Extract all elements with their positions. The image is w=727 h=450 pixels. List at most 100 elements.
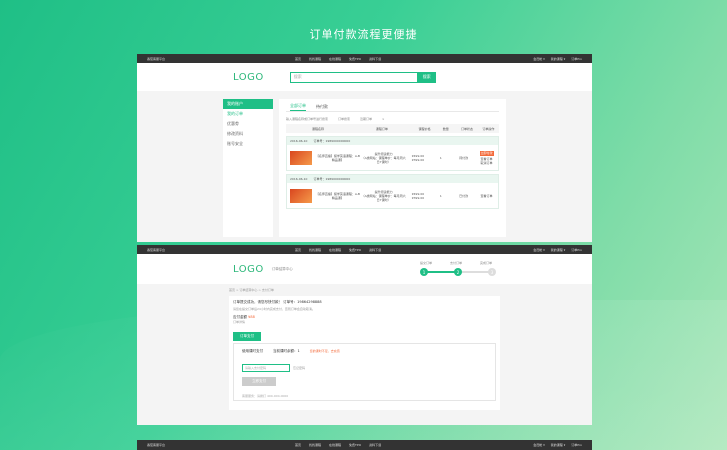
order-list-screen: 番茄客服平台 首页 找找课程 在线课程 免费TPO 资料下载 会员帐 ▾ 我的课…: [137, 54, 592, 242]
course-price: ¥499.00 ¥399.00: [407, 192, 430, 200]
order-number: 订单号：1989000000000: [313, 177, 351, 181]
course-qty: 1: [439, 193, 442, 198]
top-right-links: 会员帐 ▾ 我的课程 ▾ 订单Pro: [533, 57, 582, 61]
order-row: 【名师直播】留学英语课程：A-B精品课】 提升阅读能力 （A类网站：课程单价：每…: [287, 145, 498, 170]
order-date: 2016-06-10: [290, 139, 308, 143]
nav-home[interactable]: 首页: [295, 248, 301, 252]
filter-search[interactable]: 订单搜索: [338, 117, 350, 121]
step-track-fill: [424, 271, 458, 273]
member-menu[interactable]: 会员帐 ▾: [533, 248, 544, 252]
top-bar: 番茄客服平台 首页 找找课程 在线课程 免费TPO 资料下载 会员帐 ▾ 我的课…: [137, 440, 592, 449]
sidebar-item-profile[interactable]: 修改资料: [223, 129, 273, 139]
order-pro-link[interactable]: 订单Pro: [571, 443, 582, 447]
course-detail-sub: （A类网站：课程单价：每月周六日7课时）: [361, 155, 406, 164]
payment-screen: 番茄客服平台 首页 找找课程 在线课程 免费TPO 资料下载 会员帐 ▾ 我的课…: [137, 245, 592, 425]
site-name: 番茄客服平台: [147, 442, 166, 447]
my-course-menu[interactable]: 我的课程 ▾: [551, 248, 565, 252]
sidebar: 我的账户 我的订单 优惠劵 修改资料 账号安全: [223, 99, 273, 237]
amount-label: 应付金额: [233, 315, 247, 319]
nav-download[interactable]: 资料下载: [369, 443, 381, 447]
order-row: 【名师直播】留学英语课程：A-B精品课】 提升阅读能力 （A类网站：课程单价：每…: [287, 183, 498, 208]
course-detail-sub: （A类网站：课程单价：每月周六日7课时）: [361, 193, 406, 202]
course-name[interactable]: 【名师直播】留学英语课程：A-B精品课】: [315, 154, 361, 162]
nav-home[interactable]: 首页: [295, 57, 301, 61]
search-button[interactable]: 搜索: [417, 71, 436, 83]
site-name: 番茄客服平台: [147, 56, 166, 61]
course-name[interactable]: 【名师直播】留学英语课程：A-B精品课】: [315, 192, 361, 200]
top-bar: 番茄客服平台 首页 找找课程 在线课程 免费TPO 资料下载 会员帐 ▾ 我的课…: [137, 245, 592, 254]
nav-download[interactable]: 资料下载: [369, 248, 381, 252]
my-course-menu[interactable]: 我的课程 ▾: [551, 57, 565, 61]
col-name: 课程名称: [311, 126, 324, 131]
submit-pay-button[interactable]: 立即支付: [242, 377, 276, 386]
site-name: 番茄客服平台: [147, 247, 166, 252]
order-detail-link[interactable]: 订单详情: [233, 320, 496, 324]
sidebar-item-coupons[interactable]: 优惠劵: [223, 119, 273, 129]
order-date: 2016-06-10: [290, 177, 308, 181]
top-right-links: 会员帐 ▾ 我的课程 ▾ 订单Pro: [533, 443, 582, 447]
nav-free-tpo[interactable]: 免费TPO: [349, 443, 361, 447]
order-tabs: 全部订单 待付款: [286, 102, 499, 112]
recharge-link[interactable]: 您的课时不足，去充值: [310, 349, 340, 354]
logo[interactable]: LOGO: [233, 72, 264, 83]
top-nav: 首页 找找课程 在线课程 免费TPO 资料下载: [295, 248, 381, 252]
nav-free-tpo[interactable]: 免费TPO: [349, 57, 361, 61]
order-card: 2016-06-10 订单号：1989000000000 【名师直播】留学英语课…: [286, 136, 499, 171]
top-nav: 首页 找找课程 在线课程 免费TPO 资料下载: [295, 57, 381, 61]
step-dot-3: 3: [488, 268, 496, 276]
nav-online-course[interactable]: 在线课程: [329, 443, 341, 447]
order-status: 待付款: [459, 155, 469, 160]
order-head: 2016-06-10 订单号：1989000000000: [287, 175, 498, 183]
order-card: 2016-06-10 订单号：1989000000000 【名师直播】留学英语课…: [286, 174, 499, 209]
balance-text: 当前课时余额：1: [273, 349, 300, 353]
filter-close[interactable]: ×: [382, 117, 385, 121]
pay-now-button[interactable]: 立即付款: [479, 150, 494, 156]
top-bar: 番茄客服平台 首页 找找课程 在线课程 免费TPO 资料下载 会员帐 ▾ 我的课…: [137, 54, 592, 63]
nav-free-tpo[interactable]: 免费TPO: [349, 248, 361, 252]
header: LOGO 订单结算中心 提交订单 支付订单 完成订单 1 2 3: [137, 254, 592, 284]
header: LOGO 搜索 搜索: [137, 63, 592, 91]
course-qty: 1: [439, 155, 442, 160]
nav-home[interactable]: 首页: [295, 443, 301, 447]
tab-pending[interactable]: 待付款: [316, 104, 328, 110]
course-thumbnail[interactable]: [290, 150, 312, 165]
pay-box-title: 使用课时支付 当前课时余额：1 您的课时不足，去充值: [242, 349, 487, 354]
my-course-menu[interactable]: 我的课程 ▾: [551, 443, 565, 447]
member-menu[interactable]: 会员帐 ▾: [533, 57, 544, 61]
nav-online-course[interactable]: 在线课程: [329, 248, 341, 252]
nav-find-course[interactable]: 找找课程: [309, 57, 321, 61]
sidebar-item-orders[interactable]: 我的订单: [223, 109, 273, 119]
sidebar-title: 我的账户: [223, 99, 273, 109]
nav-online-course[interactable]: 在线课程: [329, 57, 341, 61]
password-input[interactable]: 请输入支付密码: [242, 364, 290, 372]
col-order: 课程订单: [375, 126, 388, 131]
col-price: 课程价格: [418, 126, 431, 131]
nav-download[interactable]: 资料下载: [369, 57, 381, 61]
forgot-password-link[interactable]: 忘记密码: [293, 366, 305, 370]
member-menu[interactable]: 会员帐 ▾: [533, 443, 544, 447]
logo[interactable]: LOGO: [233, 264, 264, 275]
view-order-link[interactable]: 查看订单: [475, 194, 498, 198]
order-status: 已付款: [459, 193, 469, 198]
step-dot-2: 2: [454, 268, 462, 276]
order-pro-link[interactable]: 订单Pro: [571, 248, 582, 252]
search-input[interactable]: 搜索: [289, 71, 418, 83]
tab-all-orders[interactable]: 全部订单: [290, 103, 306, 111]
order-actions: 查看订单: [475, 194, 498, 198]
top-nav: 首页 找找课程 在线课程 免费TPO 资料下载: [295, 443, 381, 447]
nav-find-course[interactable]: 找找课程: [309, 248, 321, 252]
third-screen-topbar: 番茄客服平台 首页 找找课程 在线课程 免费TPO 资料下载 会员帐 ▾ 我的课…: [137, 440, 592, 450]
order-pro-link[interactable]: 订单Pro: [571, 57, 582, 61]
col-qty: 数量: [442, 126, 449, 131]
amount-value: ¥88: [248, 315, 255, 319]
cancel-order-link[interactable]: 取消订单: [475, 161, 498, 165]
sidebar-item-security[interactable]: 账号安全: [223, 139, 273, 149]
step-dot-1: 1: [420, 268, 428, 276]
filter-recent[interactable]: 近期订单: [360, 117, 372, 121]
progress-steps: 提交订单 支付订单 完成订单 1 2 3: [420, 259, 496, 279]
course-thumbnail[interactable]: [290, 188, 312, 203]
order-number: 订单号：1989000000000: [313, 139, 351, 143]
order-pay-tab[interactable]: 订单支付: [233, 332, 261, 341]
nav-find-course[interactable]: 找找课程: [309, 443, 321, 447]
pay-method-title: 使用课时支付: [242, 349, 263, 353]
